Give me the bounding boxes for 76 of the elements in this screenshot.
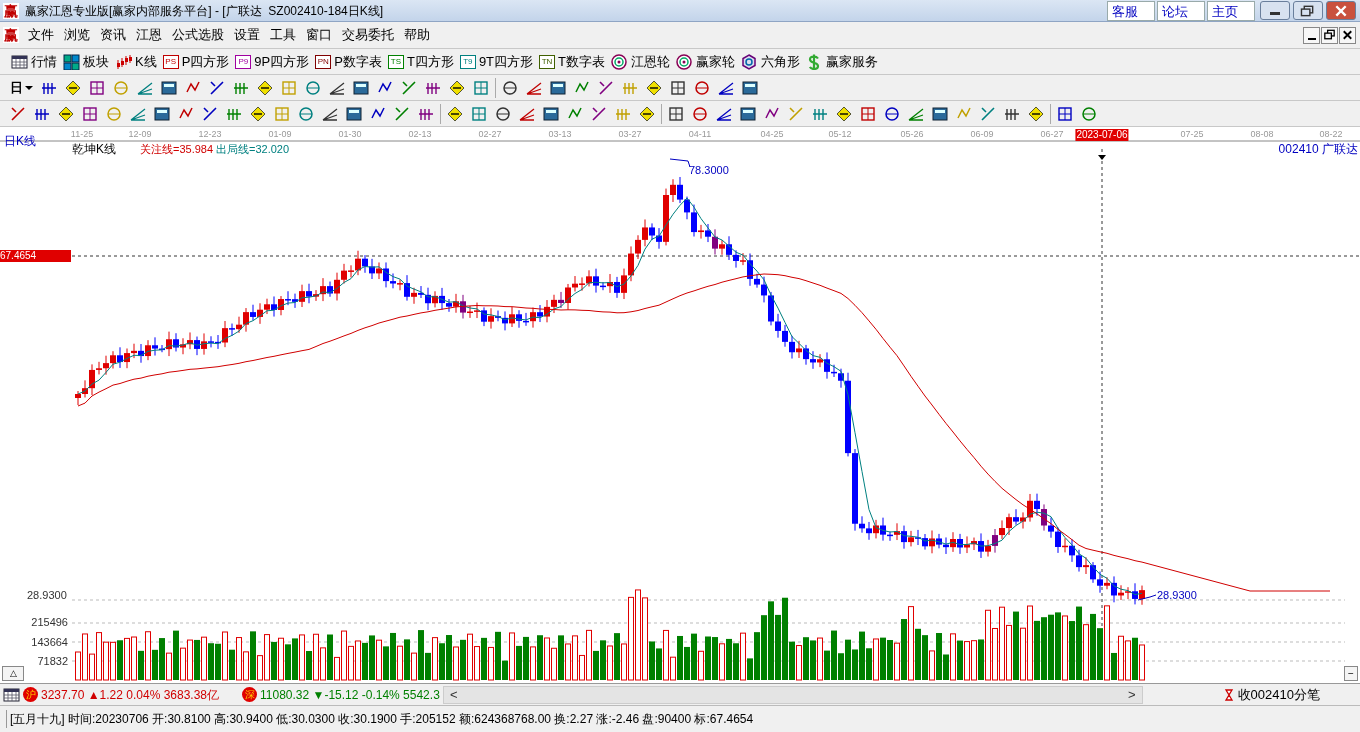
index-quote[interactable]: 3237.70 ▲1.22 0.04% 3683.38亿: [41, 685, 219, 704]
tick-data-button[interactable]: 收002410分笔: [1222, 684, 1320, 705]
bar-info-text: [五月十九] 时间:20230706 开:30.8100 高:30.9400 低:30.0300 收:30.1900 手:205152 额:624368768.00 换:2.27 涨:-2.46 盘:90400 标:67.4654: [10, 711, 754, 728]
badge-icon: T9: [459, 54, 476, 69]
date-label: 02-27: [478, 129, 502, 140]
indicator-label: 乾坤K线: [72, 143, 116, 155]
date-label: 01-30: [338, 129, 362, 140]
date-label: 11-25: [70, 129, 94, 140]
axis-label: 215496: [31, 617, 68, 628]
toolbar-button[interactable]: 江恩轮: [608, 50, 673, 73]
crosshair-price-label: 67.4654: [0, 250, 71, 262]
date-label: 04-11: [688, 129, 712, 140]
menu-item[interactable]: 江恩: [131, 25, 167, 45]
header-link[interactable]: 论坛: [1157, 0, 1205, 21]
date-label: 03-27: [618, 129, 642, 140]
date-label: 05-12: [828, 129, 852, 140]
axis-label: 71832: [37, 656, 68, 667]
index-quote[interactable]: 11080.32 ▼-15.12 -0.14% 5542.3: [260, 685, 440, 704]
toolbar-button[interactable]: P9 9P四方形: [232, 50, 313, 73]
menu-item[interactable]: 资讯: [95, 25, 131, 45]
toolbar-button[interactable]: TS T四方形: [384, 50, 457, 73]
indicator-value: 出局线=32.020: [216, 144, 290, 155]
badge-icon: TS: [387, 54, 404, 69]
toolbar-button[interactable]: 赢家轮: [673, 50, 738, 73]
toolbar-button[interactable]: 赢家服务: [803, 50, 881, 73]
badge-icon: P9: [235, 54, 252, 69]
collapse-button[interactable]: −: [1344, 666, 1358, 681]
date-label: 01-09: [268, 129, 292, 140]
toolbar-button[interactable]: TN T数字表: [536, 50, 608, 73]
high-price-label: 78.3000: [689, 165, 729, 176]
menu-item[interactable]: 设置: [229, 25, 265, 45]
period-dropdown[interactable]: 日: [6, 76, 37, 99]
expand-button[interactable]: △: [2, 666, 24, 681]
menu-item[interactable]: 浏览: [59, 25, 95, 45]
indicator-value: 关注线=35.984: [140, 144, 214, 155]
toolbar-button[interactable]: PN P数字表: [312, 50, 385, 73]
toolbar-button[interactable]: 行情: [8, 50, 60, 73]
market-badge: 深: [242, 687, 257, 702]
toolbar-button[interactable]: 六角形: [738, 50, 803, 73]
header-link[interactable]: 主页: [1207, 0, 1255, 21]
date-label: 06-09: [970, 129, 994, 140]
toolbar-button[interactable]: 板块: [60, 50, 112, 73]
scrollbar[interactable]: < >: [442, 685, 1143, 704]
date-label: 12-09: [128, 129, 152, 140]
menu-item[interactable]: 交易委托: [337, 25, 399, 45]
stock-label: 002410 广联达: [1278, 143, 1358, 155]
menu-item[interactable]: 公式选股: [167, 25, 229, 45]
date-label: 07-25: [1180, 129, 1204, 140]
axis-label: 28.9300: [27, 590, 67, 601]
date-label: 04-25: [760, 129, 784, 140]
window-title: 赢家江恩专业版[赢家内部服务平台] - [广联达 SZ002410-184日K线]: [25, 2, 384, 20]
axis-label: 143664: [31, 637, 68, 648]
menu-item[interactable]: 帮助: [399, 25, 435, 45]
toolbar-button[interactable]: K线: [112, 50, 160, 73]
app-logo: 赢: [3, 2, 19, 19]
date-label: 05-26: [900, 129, 924, 140]
low-price-label: 28.9300: [1157, 590, 1197, 601]
date-label: 12-23: [198, 129, 222, 140]
toolbar-button[interactable]: PS P四方形: [159, 50, 233, 73]
header-link[interactable]: 客服: [1107, 0, 1155, 21]
date-label: 2023-07-06: [1075, 129, 1129, 141]
menu-item[interactable]: 文件: [23, 25, 59, 45]
menu-item[interactable]: 窗口: [301, 25, 337, 45]
date-label: 08-08: [1250, 129, 1274, 140]
period-label: 日K线: [4, 135, 36, 147]
app-logo: 赢: [3, 27, 19, 43]
market-badge: 沪: [23, 687, 38, 702]
date-label: 06-27: [1040, 129, 1064, 140]
date-label: 08-22: [1319, 129, 1343, 140]
badge-icon: PS: [162, 54, 179, 69]
menu-item[interactable]: 工具: [265, 25, 301, 45]
date-label: 03-13: [548, 129, 572, 140]
badge-icon: PN: [315, 54, 332, 69]
badge-icon: TN: [539, 54, 556, 69]
toolbar-button[interactable]: T9 9T四方形: [456, 50, 537, 73]
date-label: 02-13: [408, 129, 432, 140]
